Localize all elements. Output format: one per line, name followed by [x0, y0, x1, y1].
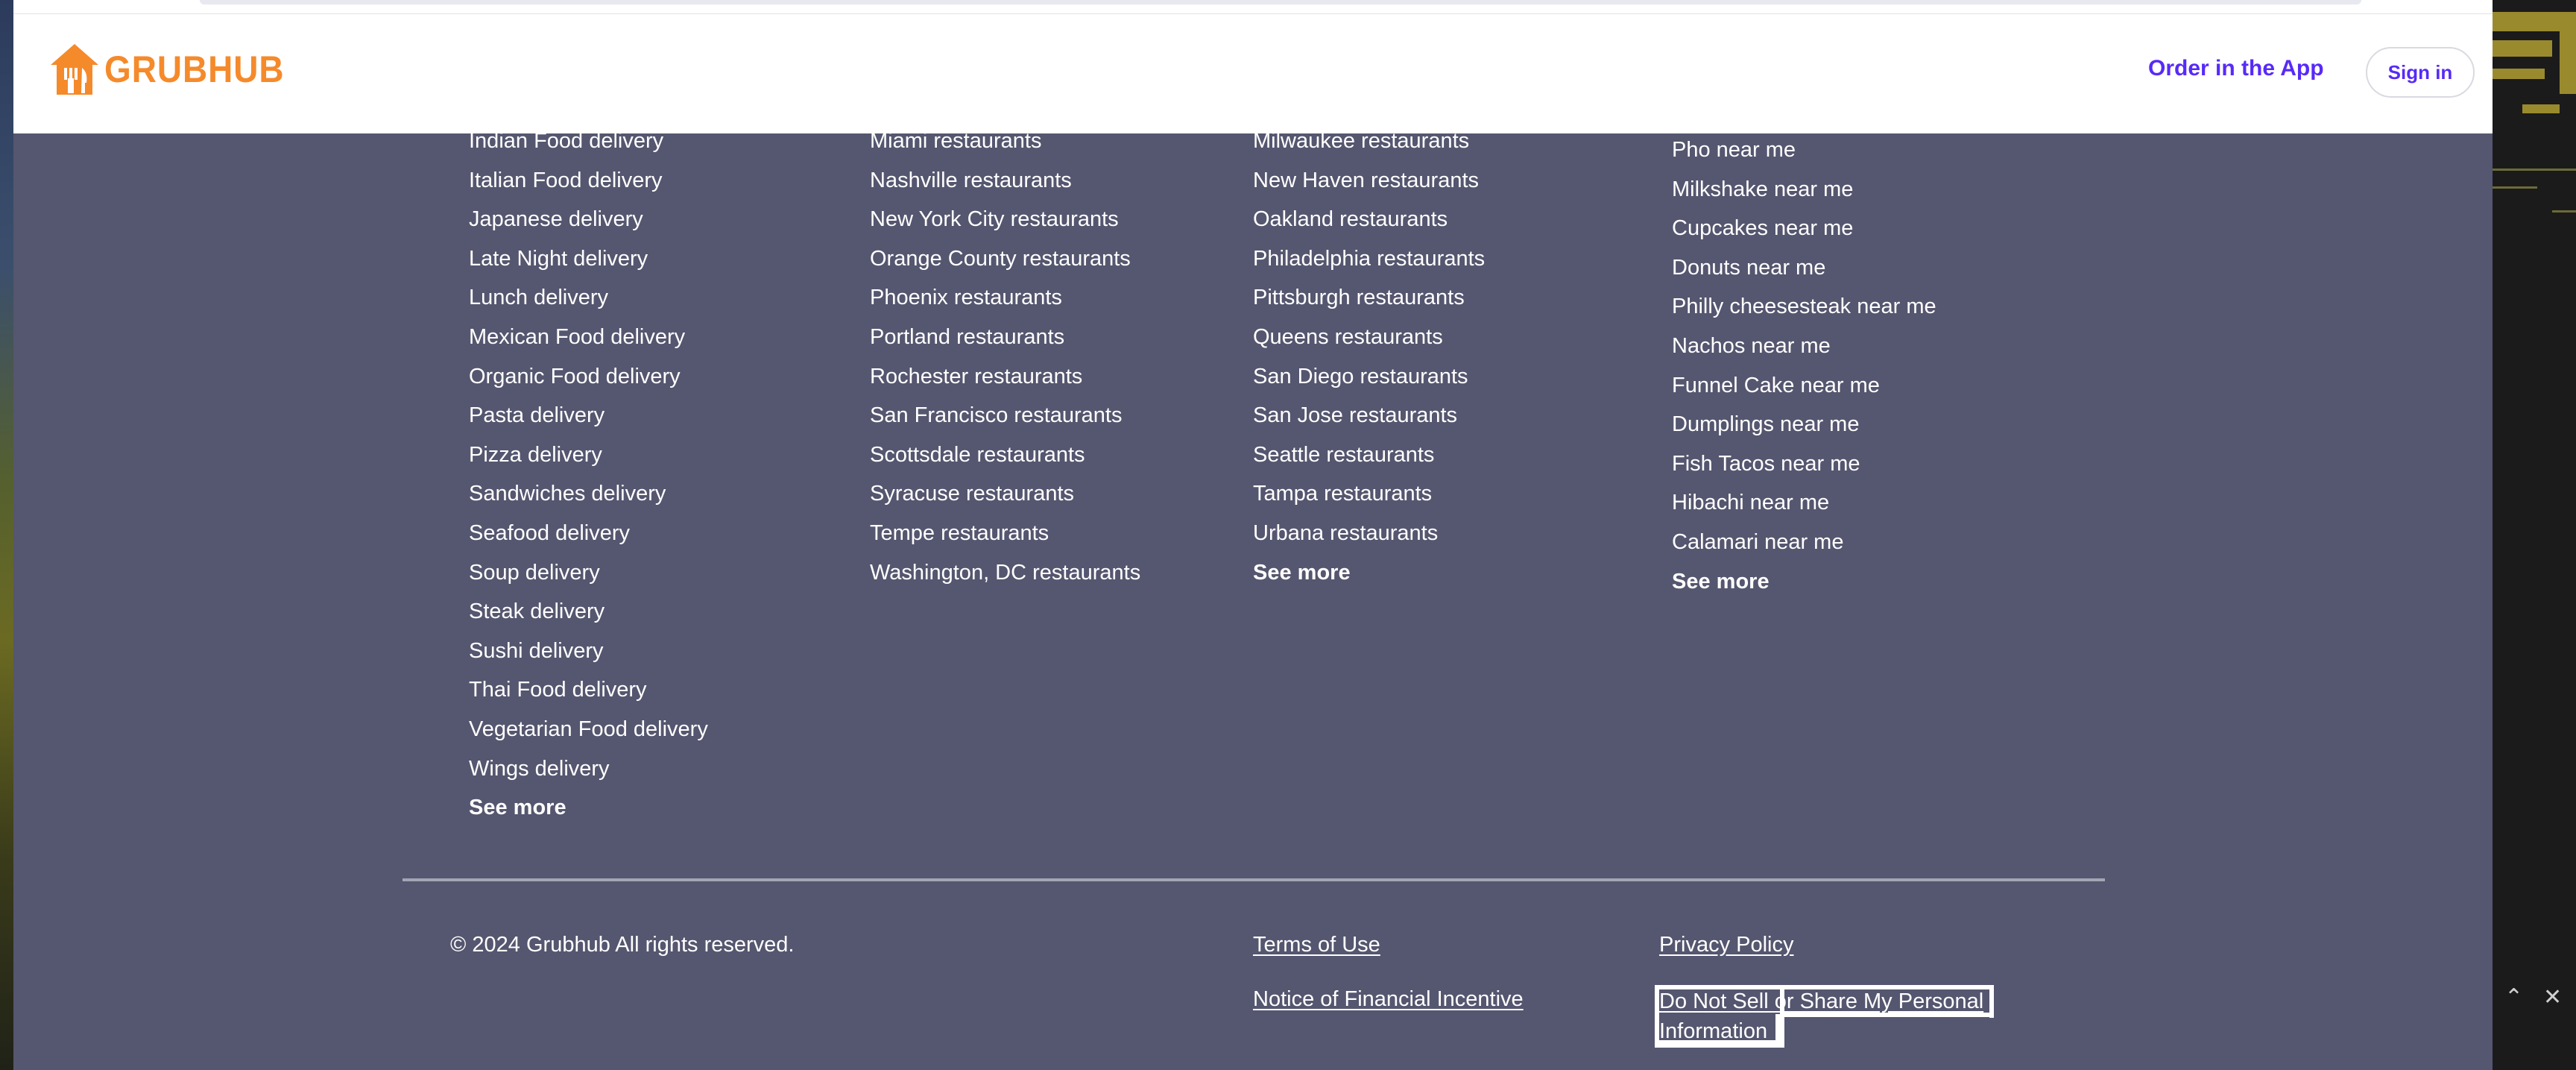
financial-incentive-link[interactable]: Notice of Financial Incentive [1253, 987, 1524, 1012]
near-me-link[interactable]: Funnel Cake near me [1672, 366, 1936, 406]
cuisine-link[interactable]: Lunch delivery [469, 278, 708, 318]
cuisine-link[interactable]: Seafood delivery [469, 514, 708, 553]
city-link[interactable]: Phoenix restaurants [870, 278, 1140, 318]
city-link[interactable]: Nashville restaurants [870, 161, 1140, 201]
cuisine-link[interactable]: Japanese delivery [469, 200, 708, 239]
city-link[interactable]: Syracuse restaurants [870, 474, 1140, 514]
cuisine-link[interactable]: Steak delivery [469, 592, 708, 632]
city-link[interactable]: New Haven restaurants [1253, 161, 1485, 201]
city-link[interactable]: Orange County restaurants [870, 239, 1140, 279]
city-link[interactable]: New York City restaurants [870, 200, 1140, 239]
side-editor-window: ⌃ ✕ [2493, 0, 2576, 1070]
city-link[interactable]: San Francisco restaurants [870, 396, 1140, 435]
see-more-link[interactable]: See more [1253, 553, 1485, 593]
cuisine-link[interactable]: Thai Food delivery [469, 670, 708, 710]
see-more-link[interactable]: See more [469, 788, 708, 828]
city-link[interactable]: Rochester restaurants [870, 357, 1140, 397]
near-me-link[interactable]: Philly cheesesteak near me [1672, 287, 1936, 327]
city-link[interactable]: Pittsburgh restaurants [1253, 278, 1485, 318]
city-link[interactable]: Portland restaurants [870, 318, 1140, 357]
city-column-a: Miami restaurants Nashville restaurants Ne… [870, 122, 1140, 592]
cuisine-link[interactable]: Sandwiches delivery [469, 474, 708, 514]
cuisine-link[interactable]: Pizza delivery [469, 435, 708, 475]
search-bar-sliver [13, 0, 2493, 13]
site-header: GRUBHUB Order in the App Sign in [13, 13, 2493, 133]
order-in-app-link[interactable]: Order in the App [2148, 56, 2324, 81]
chevron-up-icon[interactable]: ⌃ [2504, 984, 2523, 1010]
cuisine-link[interactable]: Vegetarian Food delivery [469, 710, 708, 749]
house-utensils-icon [51, 44, 98, 95]
near-me-column: Bubble Tea near mePho near meMilkshake n… [1672, 112, 1936, 601]
footer-divider [402, 878, 2105, 881]
city-link[interactable]: San Jose restaurants [1253, 396, 1485, 435]
cuisine-link[interactable]: Soup delivery [469, 553, 708, 593]
city-link[interactable]: Oakland restaurants [1253, 200, 1485, 239]
city-link[interactable]: Tampa restaurants [1253, 474, 1485, 514]
city-link[interactable]: Seattle restaurants [1253, 435, 1485, 475]
near-me-link[interactable]: Hibachi near me [1672, 483, 1936, 523]
city-link[interactable]: Queens restaurants [1253, 318, 1485, 357]
near-me-link[interactable]: Donuts near me [1672, 248, 1936, 288]
city-column-b: Milwaukee restaurants New Haven restauran… [1253, 122, 1485, 592]
sign-in-button[interactable]: Sign in [2366, 47, 2475, 98]
browser-viewport: Indian Food delivery Italian Food deliver… [13, 0, 2493, 1070]
city-link[interactable]: Urbana restaurants [1253, 514, 1485, 553]
near-me-link[interactable]: Calamari near me [1672, 523, 1936, 562]
terms-of-use-link[interactable]: Terms of Use [1253, 933, 1380, 957]
near-me-link[interactable]: Fish Tacos near me [1672, 444, 1936, 484]
cuisine-link[interactable]: Italian Food delivery [469, 161, 708, 201]
cuisine-link[interactable]: Mexican Food delivery [469, 318, 708, 357]
logo-wordmark: GRUBHUB [104, 48, 285, 90]
cuisine-link[interactable]: Late Night delivery [469, 239, 708, 279]
do-not-sell-link[interactable]: Do Not Sell or Share My Personal Informa… [1659, 986, 1995, 1046]
near-me-link[interactable]: Dumplings near me [1672, 405, 1936, 444]
city-link[interactable]: Scottsdale restaurants [870, 435, 1140, 475]
grubhub-logo[interactable]: GRUBHUB [49, 43, 300, 96]
privacy-policy-link[interactable]: Privacy Policy [1659, 933, 1794, 957]
cuisine-link[interactable]: Organic Food delivery [469, 357, 708, 397]
close-icon[interactable]: ✕ [2543, 984, 2562, 1010]
see-more-link[interactable]: See more [1672, 562, 1936, 602]
near-me-link[interactable]: Cupcakes near me [1672, 209, 1936, 248]
near-me-link[interactable]: Nachos near me [1672, 327, 1936, 366]
city-link[interactable]: San Diego restaurants [1253, 357, 1485, 397]
desktop-wallpaper-strip [0, 0, 13, 1070]
city-link[interactable]: Tempe restaurants [870, 514, 1140, 553]
city-link[interactable]: Philadelphia restaurants [1253, 239, 1485, 279]
cuisine-link[interactable]: Sushi delivery [469, 632, 708, 671]
cuisine-link[interactable]: Wings delivery [469, 749, 708, 789]
copyright-text: © 2024 Grubhub All rights reserved. [450, 933, 795, 957]
near-me-link[interactable]: Pho near me [1672, 130, 1936, 170]
cuisine-column: Indian Food delivery Italian Food deliver… [469, 122, 708, 828]
city-link[interactable]: Washington, DC restaurants [870, 553, 1140, 593]
cuisine-link[interactable]: Pasta delivery [469, 396, 708, 435]
near-me-link[interactable]: Milkshake near me [1672, 170, 1936, 210]
